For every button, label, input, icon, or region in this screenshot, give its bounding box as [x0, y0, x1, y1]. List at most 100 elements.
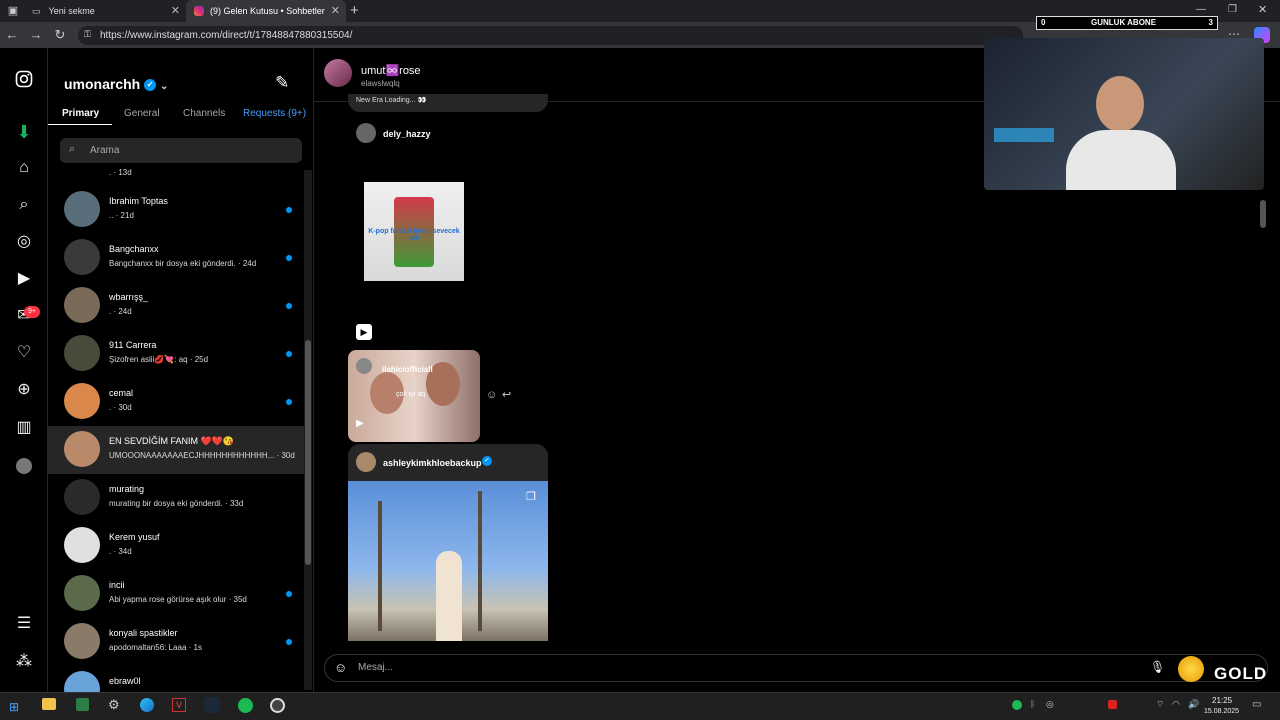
- taskbar-time[interactable]: 21:25: [1212, 696, 1232, 705]
- tab-actions-icon[interactable]: ▣: [6, 4, 20, 18]
- reel-caption: çok iyi aq: [396, 391, 426, 398]
- gold-badge-icon: [1178, 656, 1204, 682]
- tray-wifi-icon[interactable]: ◠: [1172, 699, 1180, 710]
- conversation-row[interactable]: konyali spastikler apodomaltan56: Laaa · …: [48, 618, 306, 666]
- tray-network-icon[interactable]: ⌔: [1156, 699, 1164, 710]
- steam-icon[interactable]: ⚙: [108, 697, 120, 713]
- tray-spotify-icon[interactable]: [1012, 700, 1022, 710]
- message-composer[interactable]: [324, 654, 1268, 682]
- steam-app-icon[interactable]: [204, 697, 220, 713]
- shared-reel-thumbnail[interactable]: ilahiciofficiall çok iyi aq ▶: [348, 350, 480, 442]
- browser-tab-new[interactable]: ▭ Yeni sekme ✕: [24, 0, 186, 22]
- create-icon[interactable]: ⊕: [12, 378, 36, 402]
- conversation-name: wbarrışş_: [109, 292, 149, 302]
- explore-icon[interactable]: ◎: [12, 230, 36, 254]
- tab-primary[interactable]: Primary: [62, 108, 99, 119]
- tray-bluetooth-icon[interactable]: ᛒ: [1030, 699, 1035, 709]
- emoji-icon[interactable]: ☺: [334, 660, 347, 675]
- react-emoji-icon[interactable]: ☺: [486, 389, 497, 401]
- reel-play-icon: ▶: [356, 418, 364, 429]
- close-icon[interactable]: ✕: [171, 4, 180, 17]
- chevron-down-icon: ⌄: [160, 81, 169, 92]
- chat-name[interactable]: umut♾️rose: [361, 64, 421, 77]
- shared-post-image[interactable]: [348, 481, 548, 641]
- instagram-logo-icon[interactable]: [12, 70, 36, 94]
- download-arrow-icon[interactable]: ⬇: [12, 120, 36, 144]
- tab-requests[interactable]: Requests (9+): [243, 108, 306, 119]
- abone-label: GUNLUK ABONE: [1091, 18, 1157, 27]
- obs-icon[interactable]: [270, 698, 285, 713]
- conversation-row[interactable]: Kerem yusuf . · 34d: [48, 522, 306, 570]
- window-close-icon[interactable]: ✕: [1258, 3, 1267, 16]
- reply-icon[interactable]: ↩: [502, 388, 511, 401]
- tab-title: (9) Gelen Kutusu • Sohbetler: [210, 6, 325, 16]
- url-field[interactable]: https://www.instagram.com/direct/t/17848…: [78, 26, 1023, 45]
- post-author-name[interactable]: dely_hazzy: [383, 129, 431, 139]
- shared-post-image[interactable]: K-pop fanları bunu sevecek adi: [364, 182, 464, 281]
- tray-app-icon[interactable]: ◎: [1046, 699, 1054, 710]
- conversation-name: Ibrahim Toptas: [109, 196, 168, 206]
- new-message-icon[interactable]: ✎: [275, 73, 289, 93]
- conversation-row[interactable]: Ibrahim Toptas .. · 21d: [48, 186, 306, 234]
- search-input[interactable]: Arama: [60, 138, 302, 163]
- reel-icon[interactable]: ▶: [356, 324, 372, 340]
- microphone-icon[interactable]: 🎙: [1150, 660, 1165, 674]
- minimize-icon[interactable]: —: [1196, 4, 1206, 15]
- store-icon[interactable]: [76, 698, 89, 711]
- more-menu-icon[interactable]: ☰: [12, 612, 36, 636]
- newtab-icon: ▭: [32, 5, 41, 16]
- site-info-icon[interactable]: ⚿: [84, 29, 91, 40]
- also-from-meta-icon[interactable]: ⁂: [12, 650, 36, 674]
- conversation-row[interactable]: murating murating bir dosya eki gönderdi.…: [48, 474, 306, 522]
- conversation-row[interactable]: 911 Carrera Şizofren aslii💋💘: aq · 25d: [48, 330, 306, 378]
- reels-icon[interactable]: ▶: [12, 267, 36, 291]
- reload-icon[interactable]: ↻: [52, 27, 68, 43]
- file-explorer-icon[interactable]: [42, 698, 56, 710]
- conversation-row[interactable]: Bangchanxx Bangchanxx bir dosya eki gönde…: [48, 234, 306, 282]
- close-icon[interactable]: ✕: [331, 4, 340, 17]
- tray-volume-icon[interactable]: 🔊: [1188, 699, 1199, 710]
- avatar: [64, 383, 100, 419]
- browser-tab-instagram[interactable]: (9) Gelen Kutusu • Sohbetler ✕: [186, 0, 346, 22]
- post-author-avatar[interactable]: [356, 123, 376, 143]
- chat-avatar[interactable]: [324, 59, 352, 87]
- insights-icon[interactable]: ▥: [12, 416, 36, 440]
- valorant-icon[interactable]: V: [172, 698, 186, 712]
- profile-avatar[interactable]: [16, 458, 32, 474]
- windows-start-icon[interactable]: ⊞: [9, 700, 19, 714]
- maximize-icon[interactable]: ❐: [1228, 4, 1237, 15]
- tray-record-icon[interactable]: [1108, 700, 1117, 709]
- forward-icon[interactable]: →: [28, 27, 44, 43]
- notifications-heart-icon[interactable]: ♡: [12, 341, 36, 365]
- tab-general[interactable]: General: [124, 108, 160, 119]
- post-author-name[interactable]: ashleykimkhloebackup: [383, 458, 482, 468]
- conversation-row[interactable]: wbarrışş_ . · 24d: [48, 282, 306, 330]
- conversation-row[interactable]: incii Abi yapma rose görürse aşık olur · …: [48, 570, 306, 618]
- taskbar-date[interactable]: 15.08.2025: [1204, 708, 1239, 715]
- search-icon[interactable]: ⌕: [12, 193, 36, 217]
- conversation-row[interactable]: EN SEVDİĞİM FANIM ❤️❤️😘 UMOOONAAAAAAAECJH…: [48, 426, 306, 474]
- conversation-preview: apodomaltan56: Laaa · 1s: [109, 643, 202, 652]
- message-input[interactable]: Mesaj...: [358, 662, 393, 673]
- conversation-row[interactable]: cemal . · 30d: [48, 378, 306, 426]
- notification-center-icon[interactable]: ▭: [1252, 699, 1261, 710]
- home-icon[interactable]: ⌂: [12, 156, 36, 180]
- inbox-scroll-thumb[interactable]: [305, 340, 311, 565]
- back-icon[interactable]: ←: [4, 27, 20, 43]
- abone-count-start: 0: [1041, 18, 1046, 27]
- conversation-name: 911 Carrera: [109, 340, 157, 350]
- new-tab-button[interactable]: +: [350, 2, 359, 19]
- spotify-icon[interactable]: [238, 698, 253, 713]
- avatar: [64, 575, 100, 611]
- windows-taskbar: [0, 692, 1280, 720]
- inbox-username[interactable]: umonarchh ✓ ⌄: [64, 76, 168, 92]
- tab-channels[interactable]: Channels: [183, 108, 225, 119]
- chat-scrollbar-thumb[interactable]: [1260, 200, 1266, 228]
- search-icon: ⌕: [69, 143, 76, 155]
- unread-dot: [286, 255, 292, 261]
- edge-browser-icon[interactable]: [140, 698, 154, 712]
- streamer-face: [1096, 76, 1144, 132]
- post-author-avatar[interactable]: [356, 452, 376, 472]
- conversation-preview: murating bir dosya eki gönderdi. · 33d: [109, 499, 244, 508]
- avatar: [64, 623, 100, 659]
